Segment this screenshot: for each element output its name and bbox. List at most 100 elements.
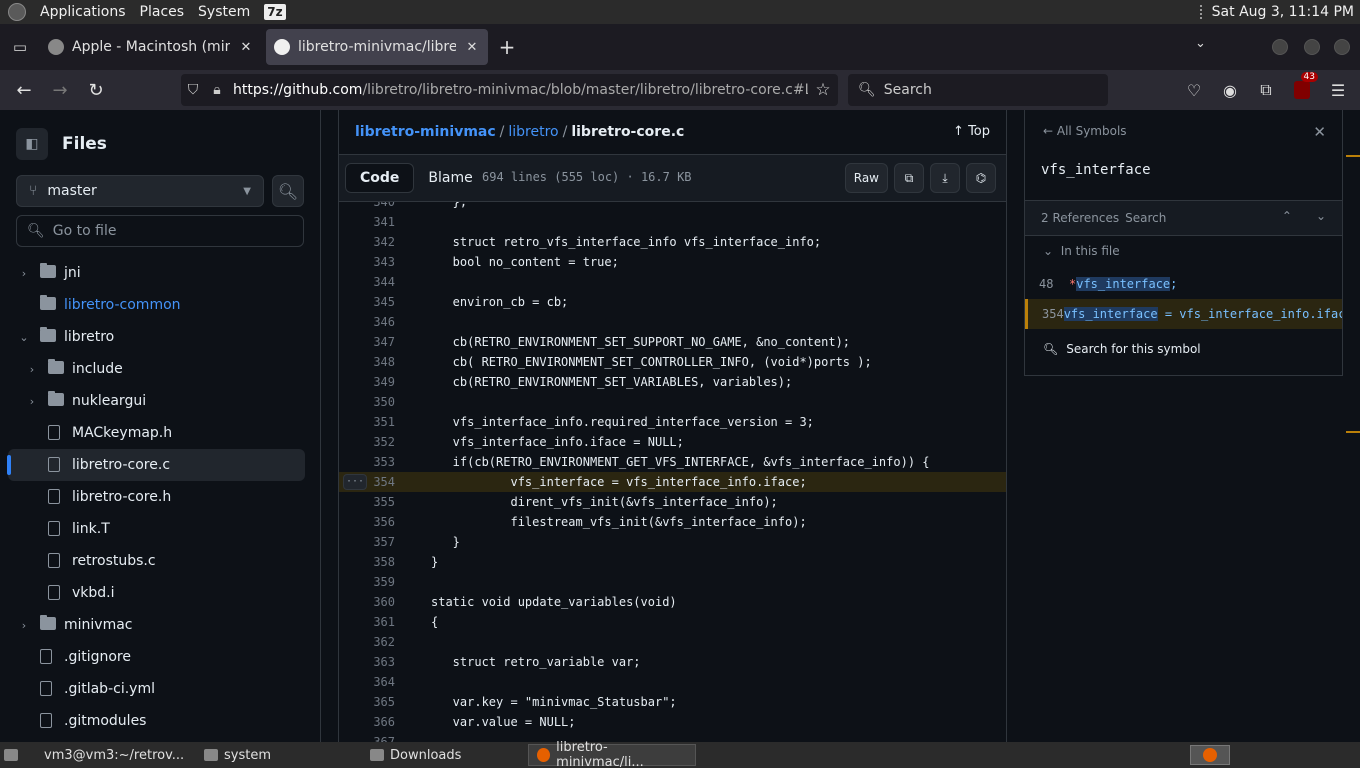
- firefox-view-icon[interactable]: ▭: [0, 24, 40, 70]
- tree-item[interactable]: libretro-core.h: [0, 481, 321, 513]
- code-line[interactable]: 345 environ_cb = cb;: [339, 292, 1006, 312]
- bookmark-star-icon[interactable]: ☆: [808, 80, 838, 100]
- tree-item[interactable]: › nukleargui: [0, 385, 321, 417]
- code-line[interactable]: 366 var.value = NULL;: [339, 712, 1006, 732]
- tree-item[interactable]: › include: [0, 353, 321, 385]
- close-icon[interactable]: ✕: [238, 40, 254, 55]
- chevron-right-icon[interactable]: ›: [24, 395, 40, 408]
- line-number[interactable]: 346: [339, 312, 395, 332]
- code-line[interactable]: 347 cb(RETRO_ENVIRONMENT_SET_SUPPORT_NO_…: [339, 332, 1006, 352]
- top-link[interactable]: ↑ Top: [953, 124, 990, 139]
- extensions-puzzle-icon[interactable]: ⧉: [1252, 76, 1280, 104]
- line-number[interactable]: 363: [339, 652, 395, 672]
- reference-search-link[interactable]: Search: [1125, 211, 1166, 225]
- branch-selector[interactable]: ⑂ master ▼: [16, 175, 264, 207]
- pocket-icon[interactable]: ♡: [1180, 76, 1208, 104]
- line-number[interactable]: 342: [339, 232, 395, 252]
- line-number[interactable]: 360: [339, 592, 395, 612]
- code-line[interactable]: 362: [339, 632, 1006, 652]
- line-number[interactable]: 340: [339, 202, 395, 212]
- previous-reference-chevron-up-icon[interactable]: ⌃: [1282, 209, 1292, 223]
- code-line[interactable]: 355 dirent_vfs_init(&vfs_interface_info)…: [339, 492, 1006, 512]
- line-number[interactable]: 367: [339, 732, 395, 742]
- line-number[interactable]: 347: [339, 332, 395, 352]
- archive-launcher-icon[interactable]: 7z: [264, 4, 286, 20]
- line-number[interactable]: 364: [339, 672, 395, 692]
- symbol-reference-row[interactable]: 354 vfs_interface = vfs_interface_info.if…: [1025, 299, 1342, 329]
- code-line[interactable]: 344: [339, 272, 1006, 292]
- code-line[interactable]: 341: [339, 212, 1006, 232]
- collapse-file-tree-icon[interactable]: ◧: [16, 128, 48, 160]
- line-number[interactable]: 357: [339, 532, 395, 552]
- account-icon[interactable]: ◉: [1216, 76, 1244, 104]
- code-line[interactable]: 353 if(cb(RETRO_ENVIRONMENT_GET_VFS_INTE…: [339, 452, 1006, 472]
- line-number[interactable]: 359: [339, 572, 395, 592]
- chevron-right-icon[interactable]: ›: [16, 267, 32, 280]
- code-line[interactable]: 351 vfs_interface_info.required_interfac…: [339, 412, 1006, 432]
- line-number[interactable]: 350: [339, 392, 395, 412]
- menu-hamburger-icon[interactable]: ☰: [1324, 76, 1352, 104]
- line-number[interactable]: 343: [339, 252, 395, 272]
- back-arrow-icon[interactable]: ←: [6, 74, 42, 106]
- code-line[interactable]: 356 filestream_vfs_init(&vfs_interface_i…: [339, 512, 1006, 532]
- tree-item[interactable]: vkbd.i: [0, 577, 321, 609]
- close-icon[interactable]: ✕: [464, 40, 480, 55]
- breadcrumb-repo-link[interactable]: libretro-minivmac: [355, 124, 496, 140]
- line-number[interactable]: 358: [339, 552, 395, 572]
- tree-item[interactable]: › jni: [0, 257, 321, 289]
- firefox-tray-icon[interactable]: [1190, 745, 1230, 765]
- tree-item[interactable]: ⌄ libretro: [0, 321, 321, 353]
- list-all-tabs-chevron-icon[interactable]: ⌄: [1195, 36, 1206, 51]
- code-line[interactable]: 348 cb( RETRO_ENVIRONMENT_SET_CONTROLLER…: [339, 352, 1006, 372]
- taskbar-item[interactable]: libretro-minivmac/li...: [528, 740, 696, 768]
- url-text[interactable]: https://github.com/libretro/libretro-min…: [229, 82, 808, 98]
- chevron-down-icon[interactable]: ⌄: [16, 331, 32, 344]
- code-line[interactable]: 360 static void update_variables(void): [339, 592, 1006, 612]
- in-this-file-toggle[interactable]: ⌄ In this file: [1043, 244, 1120, 258]
- code-line[interactable]: 342 struct retro_vfs_interface_info vfs_…: [339, 232, 1006, 252]
- search-files-button[interactable]: 🔍︎: [272, 175, 304, 207]
- tree-item[interactable]: retrostubs.c: [0, 545, 321, 577]
- tab-github[interactable]: libretro-minivmac/libretro/l ✕: [266, 29, 488, 65]
- maximize-icon[interactable]: [1304, 39, 1320, 55]
- applications-menu[interactable]: Applications: [40, 4, 126, 20]
- clock[interactable]: Sat Aug 3, 11:14 PM: [1212, 4, 1354, 20]
- places-menu[interactable]: Places: [140, 4, 185, 20]
- line-number[interactable]: 349: [339, 372, 395, 392]
- raw-button[interactable]: Raw: [844, 163, 888, 193]
- search-for-symbol-link[interactable]: 🔍︎ Search for this symbol: [1043, 342, 1201, 356]
- url-bar[interactable]: ⛉ 🔒︎ https://github.com/libretro/libretr…: [181, 74, 838, 106]
- code-line[interactable]: 349 cb(RETRO_ENVIRONMENT_SET_VARIABLES, …: [339, 372, 1006, 392]
- taskbar-item[interactable]: Downloads: [362, 744, 522, 766]
- line-number[interactable]: 354: [339, 472, 395, 492]
- code-line[interactable]: 340 };: [339, 202, 1006, 212]
- code-line[interactable]: 358}: [339, 552, 1006, 572]
- distro-logo-icon[interactable]: [8, 3, 26, 21]
- all-symbols-link[interactable]: ← All Symbols: [1043, 124, 1127, 138]
- code-line[interactable]: 346: [339, 312, 1006, 332]
- taskbar-item[interactable]: system: [196, 744, 356, 766]
- symbol-reference-row[interactable]: 48 * vfs_interface;: [1025, 269, 1342, 299]
- lock-icon[interactable]: 🔒︎: [205, 82, 229, 98]
- minimize-icon[interactable]: [1272, 39, 1288, 55]
- tab-code[interactable]: Code: [345, 163, 415, 193]
- code-line[interactable]: ··· 354 vfs_interface = vfs_interface_inf…: [339, 472, 1006, 492]
- line-number[interactable]: 351: [339, 412, 395, 432]
- ublock-origin-icon[interactable]: 43: [1288, 72, 1318, 104]
- download-icon[interactable]: ⤓: [930, 163, 960, 193]
- code-line[interactable]: 365 var.key = "minivmac_Statusbar";: [339, 692, 1006, 712]
- tab-macintosh[interactable]: Apple - Macintosh (minivmac ✕: [40, 29, 262, 65]
- code-line[interactable]: 343 bool no_content = true;: [339, 252, 1006, 272]
- taskbar-item[interactable]: vm3@vm3:~/retrov...: [30, 744, 190, 766]
- line-number[interactable]: 365: [339, 692, 395, 712]
- code-line[interactable]: 364: [339, 672, 1006, 692]
- next-reference-chevron-down-icon[interactable]: ⌄: [1316, 209, 1326, 223]
- chevron-right-icon[interactable]: ›: [24, 363, 40, 376]
- line-number[interactable]: 355: [339, 492, 395, 512]
- system-menu[interactable]: System: [198, 4, 250, 20]
- code-line[interactable]: 361 {: [339, 612, 1006, 632]
- code-line[interactable]: 359: [339, 572, 1006, 592]
- code-line[interactable]: 352 vfs_interface_info.iface = NULL;: [339, 432, 1006, 452]
- tree-item[interactable]: MACkeymap.h: [0, 417, 321, 449]
- line-number[interactable]: 366: [339, 712, 395, 732]
